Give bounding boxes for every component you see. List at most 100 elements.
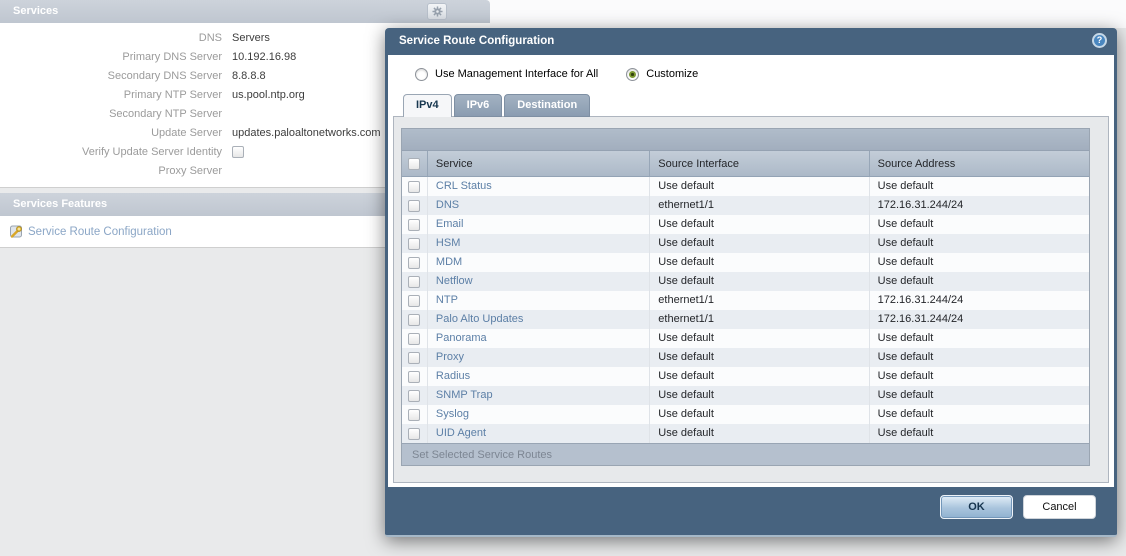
- row-checkbox-cell: [402, 272, 428, 291]
- source-interface-value: Use default: [650, 177, 869, 196]
- row-checkbox[interactable]: [408, 333, 420, 345]
- service-name-link[interactable]: Netflow: [428, 272, 650, 291]
- source-address-value: Use default: [870, 367, 1089, 386]
- table-row[interactable]: UID AgentUse defaultUse default: [402, 424, 1089, 443]
- row-checkbox[interactable]: [408, 428, 420, 440]
- table-row[interactable]: HSMUse defaultUse default: [402, 234, 1089, 253]
- column-header-service[interactable]: Service: [428, 151, 650, 176]
- column-header-source-address[interactable]: Source Address: [870, 151, 1089, 176]
- source-address-value: 172.16.31.244/24: [870, 310, 1089, 329]
- service-route-wrench-icon: [8, 225, 23, 239]
- row-checkbox[interactable]: [408, 219, 420, 231]
- row-checkbox-cell: [402, 215, 428, 234]
- table-row[interactable]: Palo Alto Updatesethernet1/1172.16.31.24…: [402, 310, 1089, 329]
- table-row[interactable]: RadiusUse defaultUse default: [402, 367, 1089, 386]
- radio-circle-icon[interactable]: [626, 68, 639, 81]
- source-interface-value: Use default: [650, 348, 869, 367]
- row-checkbox[interactable]: [408, 181, 420, 193]
- select-all-cell: [402, 151, 428, 176]
- service-name-link[interactable]: NTP: [428, 291, 650, 310]
- row-checkbox[interactable]: [408, 200, 420, 212]
- radio-use-management-interface[interactable]: Use Management Interface for All: [415, 68, 598, 81]
- row-checkbox-cell: [402, 234, 428, 253]
- radio-circle-icon[interactable]: [415, 68, 428, 81]
- source-address-value: Use default: [870, 234, 1089, 253]
- table-row[interactable]: PanoramaUse defaultUse default: [402, 329, 1089, 348]
- service-route-configuration-dialog: Service Route Configuration ? Use Manage…: [385, 28, 1117, 537]
- setting-value: us.pool.ntp.org: [232, 86, 305, 105]
- help-icon[interactable]: ?: [1092, 33, 1107, 48]
- services-edit-gear-button[interactable]: [427, 3, 447, 20]
- row-checkbox[interactable]: [408, 352, 420, 364]
- table-row[interactable]: NTPethernet1/1172.16.31.244/24: [402, 291, 1089, 310]
- service-name-link[interactable]: Palo Alto Updates: [428, 310, 650, 329]
- service-name-link[interactable]: UID Agent: [428, 424, 650, 443]
- row-checkbox[interactable]: [408, 390, 420, 402]
- ipv4-tab-panel: Service Source Interface Source Address …: [393, 116, 1109, 483]
- service-name-link[interactable]: MDM: [428, 253, 650, 272]
- setting-label: Primary DNS Server: [0, 48, 222, 67]
- row-checkbox[interactable]: [408, 314, 420, 326]
- service-name-link[interactable]: CRL Status: [428, 177, 650, 196]
- source-interface-value: Use default: [650, 234, 869, 253]
- source-interface-value: Use default: [650, 386, 869, 405]
- table-row[interactable]: NetflowUse defaultUse default: [402, 272, 1089, 291]
- service-name-link[interactable]: Email: [428, 215, 650, 234]
- row-checkbox-cell: [402, 386, 428, 405]
- dialog-title-bar: Service Route Configuration ?: [385, 28, 1117, 55]
- source-interface-value: Use default: [650, 424, 869, 443]
- row-checkbox-cell: [402, 196, 428, 215]
- service-route-configuration-link[interactable]: Service Route Configuration: [28, 226, 172, 238]
- source-interface-value: Use default: [650, 367, 869, 386]
- table-row[interactable]: DNSethernet1/1172.16.31.244/24: [402, 196, 1089, 215]
- table-row[interactable]: CRL StatusUse defaultUse default: [402, 177, 1089, 196]
- row-checkbox[interactable]: [408, 238, 420, 250]
- row-checkbox-cell: [402, 348, 428, 367]
- service-name-link[interactable]: DNS: [428, 196, 650, 215]
- service-name-link[interactable]: HSM: [428, 234, 650, 253]
- tab-destination[interactable]: Destination: [504, 94, 590, 117]
- radio-customize[interactable]: Customize: [626, 68, 698, 81]
- service-name-link[interactable]: Radius: [428, 367, 650, 386]
- setting-label: Primary NTP Server: [0, 86, 222, 105]
- service-name-link[interactable]: Panorama: [428, 329, 650, 348]
- table-row[interactable]: MDMUse defaultUse default: [402, 253, 1089, 272]
- service-name-link[interactable]: Syslog: [428, 405, 650, 424]
- row-checkbox[interactable]: [408, 276, 420, 288]
- setting-value: updates.paloaltonetworks.com: [232, 124, 381, 143]
- table-row[interactable]: EmailUse defaultUse default: [402, 215, 1089, 234]
- source-address-value: Use default: [870, 253, 1089, 272]
- tab-ipv4[interactable]: IPv4: [403, 94, 452, 117]
- service-name-link[interactable]: SNMP Trap: [428, 386, 650, 405]
- service-name-link[interactable]: Proxy: [428, 348, 650, 367]
- setting-label: Proxy Server: [0, 162, 222, 181]
- route-mode-radio-group: Use Management Interface for All Customi…: [415, 66, 726, 82]
- source-address-value: Use default: [870, 405, 1089, 424]
- source-address-value: Use default: [870, 386, 1089, 405]
- row-checkbox[interactable]: [408, 409, 420, 421]
- cancel-button[interactable]: Cancel: [1023, 495, 1096, 519]
- radio-label: Use Management Interface for All: [435, 68, 598, 80]
- row-checkbox-cell: [402, 405, 428, 424]
- column-header-source-interface[interactable]: Source Interface: [650, 151, 869, 176]
- source-interface-value: ethernet1/1: [650, 310, 869, 329]
- table-row[interactable]: SNMP TrapUse defaultUse default: [402, 386, 1089, 405]
- ok-button[interactable]: OK: [940, 495, 1013, 519]
- row-checkbox-cell: [402, 424, 428, 443]
- tab-ipv6[interactable]: IPv6: [454, 94, 503, 117]
- row-checkbox[interactable]: [408, 257, 420, 269]
- select-all-checkbox[interactable]: [408, 158, 420, 170]
- setting-value: 10.192.16.98: [232, 48, 296, 67]
- row-checkbox-cell: [402, 253, 428, 272]
- source-address-value: Use default: [870, 348, 1089, 367]
- table-row[interactable]: SyslogUse defaultUse default: [402, 405, 1089, 424]
- set-selected-service-routes-button[interactable]: Set Selected Service Routes: [402, 443, 1089, 465]
- source-interface-value: Use default: [650, 215, 869, 234]
- service-route-table: Service Source Interface Source Address …: [401, 128, 1090, 466]
- source-interface-value: ethernet1/1: [650, 196, 869, 215]
- source-interface-value: Use default: [650, 329, 869, 348]
- row-checkbox[interactable]: [408, 295, 420, 307]
- row-checkbox[interactable]: [408, 371, 420, 383]
- table-row[interactable]: ProxyUse defaultUse default: [402, 348, 1089, 367]
- verify-update-server-identity-checkbox[interactable]: [232, 146, 244, 158]
